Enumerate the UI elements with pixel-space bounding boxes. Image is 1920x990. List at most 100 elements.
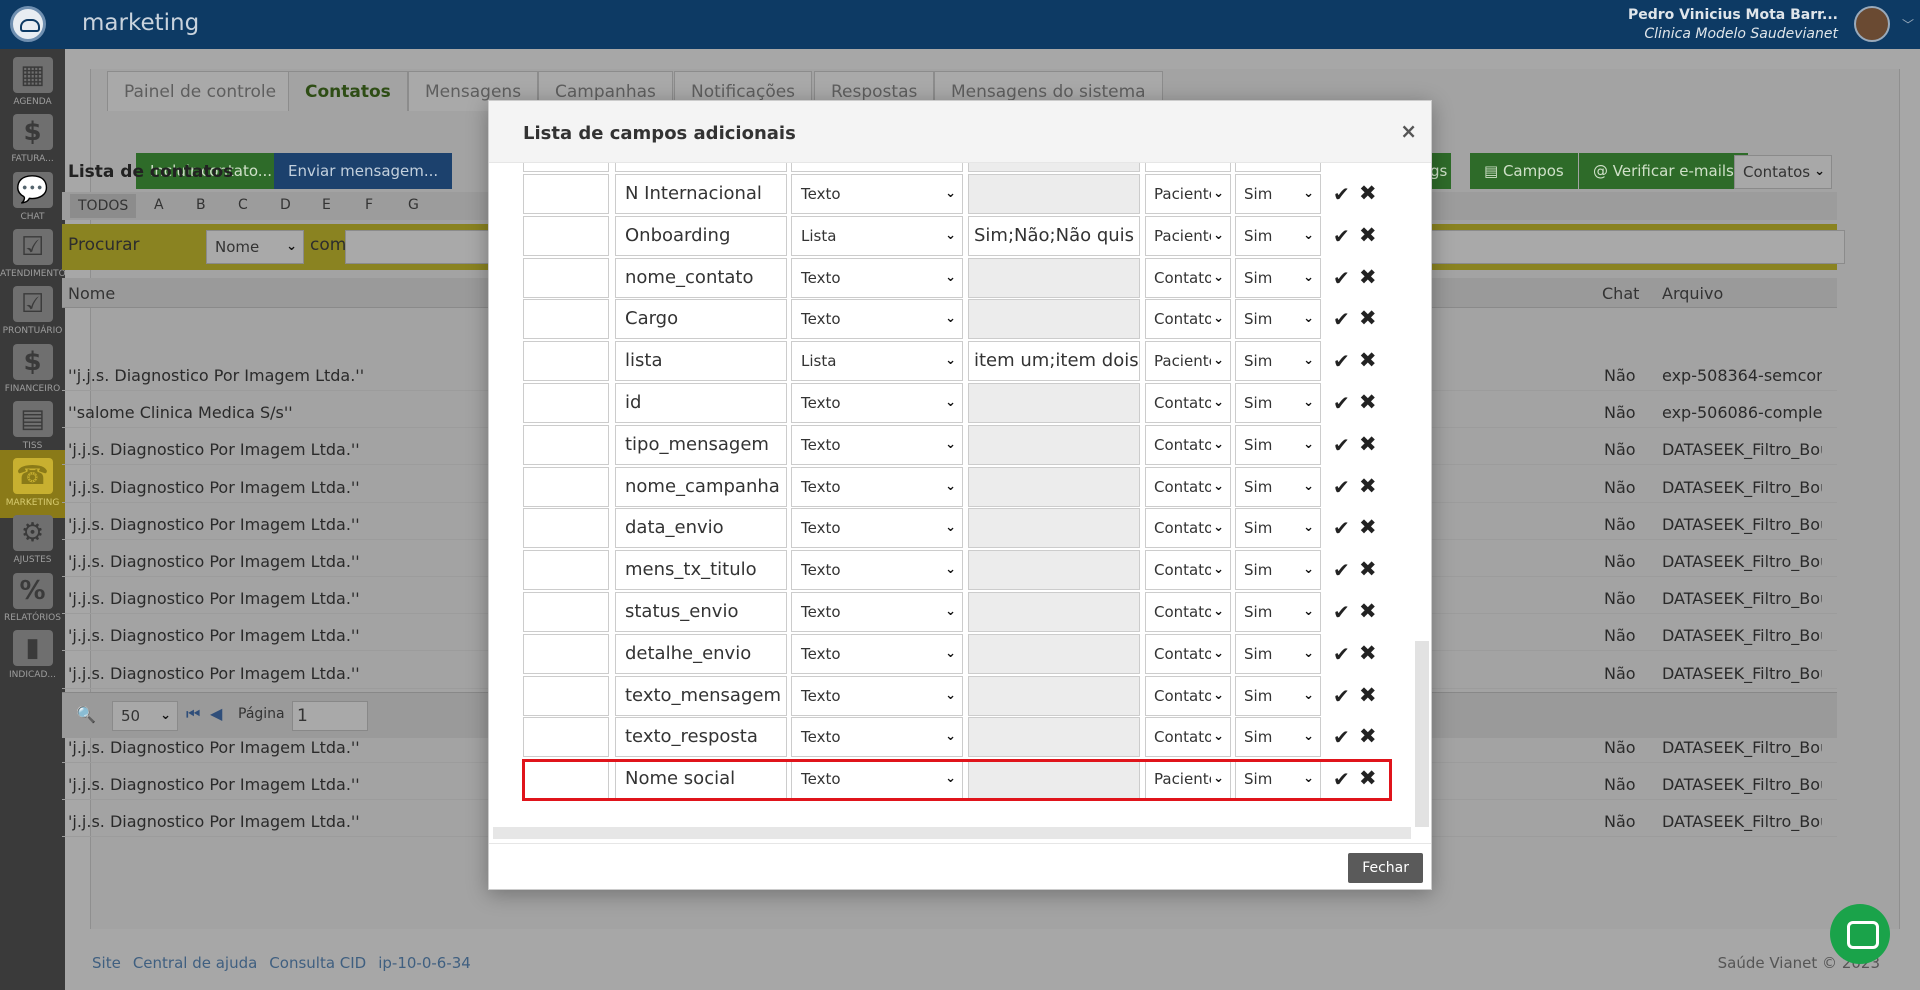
check-icon[interactable]: ✔	[1333, 725, 1350, 749]
field-active-select[interactable]: Sim ⌄	[1235, 257, 1321, 298]
field-order-input[interactable]	[523, 163, 609, 172]
field-active-select[interactable]: Sim ⌄	[1235, 424, 1321, 465]
field-name-input[interactable]: lista	[615, 341, 787, 382]
letter-filter-0[interactable]: TODOS	[70, 194, 137, 218]
field-values-input[interactable]	[968, 508, 1140, 549]
field-name-input[interactable]: tipo_mensagem	[615, 424, 787, 465]
field-entity-select[interactable]: Contato ⌄	[1145, 592, 1231, 632]
field-type-select[interactable]: Texto ⌄	[791, 174, 963, 214]
check-icon[interactable]: ✔	[1333, 516, 1350, 540]
field-name-input[interactable]: Onboarding	[615, 215, 787, 256]
check-icon[interactable]: ✔	[1333, 349, 1350, 373]
field-active-select[interactable]: Sim ⌄	[1235, 383, 1321, 423]
field-entity-select[interactable]: Contato ⌄	[1145, 466, 1231, 507]
check-icon[interactable]: ✔	[1333, 558, 1350, 582]
field-order-input[interactable]	[523, 717, 609, 758]
field-order-input[interactable]	[523, 592, 609, 632]
field-active-select[interactable]: Sim ⌄	[1235, 299, 1321, 340]
field-type-select[interactable]: Texto ⌄	[791, 550, 963, 591]
check-icon[interactable]: ✔	[1333, 642, 1350, 666]
field-active-select[interactable]: Sim ⌄	[1235, 341, 1321, 382]
page-size-select[interactable]: 50 ⌄	[112, 701, 178, 731]
field-active-select[interactable]: Sim ⌄	[1235, 508, 1321, 549]
field-entity-select[interactable]: Contato ⌄	[1145, 424, 1231, 465]
field-type-select[interactable]: Texto ⌄	[791, 257, 963, 298]
field-name-input[interactable]	[615, 163, 787, 172]
check-icon[interactable]: ✔	[1333, 600, 1350, 624]
field-entity-select[interactable]: Paciente ⌄	[1145, 174, 1231, 214]
delete-icon[interactable]: ✖	[1359, 724, 1377, 748]
field-type-select[interactable]: Texto ⌄	[791, 299, 963, 340]
field-values-input[interactable]: item um;item dois; i	[968, 341, 1140, 382]
field-active-select[interactable]: Sim ⌄	[1235, 633, 1321, 674]
delete-icon[interactable]: ✖	[1359, 306, 1377, 330]
close-button[interactable]: Fechar	[1348, 853, 1423, 883]
field-entity-select[interactable]: Contato ⌄	[1145, 383, 1231, 423]
field-entity-select[interactable]: Paciente ⌄	[1145, 341, 1231, 382]
sidebar-item-10[interactable]: ▮ INDICAD...	[0, 622, 65, 690]
field-order-input[interactable]	[523, 383, 609, 423]
field-active-select[interactable]: Sim ⌄	[1235, 174, 1321, 214]
field-name-input[interactable]: texto_resposta	[615, 717, 787, 758]
delete-icon[interactable]: ✖	[1359, 390, 1377, 414]
field-entity-select[interactable]: Contato ⌄	[1145, 508, 1231, 549]
field-type-select[interactable]	[791, 163, 963, 172]
previous-page-icon[interactable]: ◀	[210, 704, 222, 723]
field-name-input[interactable]: texto_mensagem	[615, 675, 787, 716]
letter-filter-7[interactable]: G	[408, 197, 419, 213]
field-type-select[interactable]: Texto ⌄	[791, 383, 963, 423]
delete-icon[interactable]: ✖	[1359, 181, 1377, 205]
check-icon[interactable]: ✔	[1333, 182, 1350, 206]
field-active-select[interactable]: Sim ⌄	[1235, 215, 1321, 256]
field-order-input[interactable]	[523, 550, 609, 591]
page-number-input[interactable]: 1	[292, 701, 368, 731]
avatar[interactable]	[1854, 6, 1890, 42]
chat-widget-icon[interactable]	[1830, 904, 1890, 964]
letter-filter-2[interactable]: B	[196, 197, 206, 213]
delete-icon[interactable]: ✖	[1359, 641, 1377, 665]
field-type-select[interactable]: Texto ⌄	[791, 508, 963, 549]
check-icon[interactable]: ✔	[1333, 266, 1350, 290]
field-active-select[interactable]	[1235, 163, 1321, 172]
field-type-select[interactable]: Texto ⌄	[791, 424, 963, 465]
user-name[interactable]: Pedro Vinicius Mota Barr...	[1628, 7, 1838, 23]
check-icon[interactable]: ✔	[1333, 684, 1350, 708]
delete-icon[interactable]: ✖	[1359, 557, 1377, 581]
field-entity-select[interactable]: Contato ⌄	[1145, 717, 1231, 758]
field-entity-select[interactable]	[1145, 163, 1231, 172]
footer-link-3[interactable]: ip-10-0-6-34	[378, 954, 471, 972]
field-name-input[interactable]: id	[615, 383, 787, 423]
delete-icon[interactable]: ✖	[1359, 515, 1377, 539]
field-values-input[interactable]	[968, 257, 1140, 298]
footer-link-0[interactable]: Site	[92, 954, 121, 972]
field-order-input[interactable]	[523, 257, 609, 298]
field-name-input[interactable]: data_envio	[615, 508, 787, 549]
field-values-input[interactable]: Sim;Não;Não quis	[968, 215, 1140, 256]
field-name-input[interactable]: nome_contato	[615, 257, 787, 298]
delete-icon[interactable]: ✖	[1359, 223, 1377, 247]
search-field-select[interactable]: Nome ⌄	[206, 230, 304, 264]
field-active-select[interactable]: Sim ⌄	[1235, 592, 1321, 632]
check-icon[interactable]: ✔	[1333, 224, 1350, 248]
field-type-select[interactable]: Texto ⌄	[791, 717, 963, 758]
field-order-input[interactable]	[523, 174, 609, 214]
field-values-input[interactable]	[968, 163, 1140, 172]
field-order-input[interactable]	[523, 508, 609, 549]
check-icon[interactable]: ✔	[1333, 391, 1350, 415]
vertical-scrollbar[interactable]	[1415, 641, 1429, 827]
field-values-input[interactable]	[968, 174, 1140, 214]
check-icon[interactable]: ✔	[1333, 307, 1350, 331]
letter-filter-1[interactable]: A	[154, 197, 164, 213]
cloud-logo-icon[interactable]	[10, 6, 46, 42]
letter-filter-3[interactable]: C	[238, 197, 248, 213]
field-name-input[interactable]: N Internacional	[615, 174, 787, 214]
chevron-down-icon[interactable]: ﹀	[1902, 16, 1914, 33]
send-message-button[interactable]: Enviar mensagem...	[274, 153, 453, 189]
first-page-icon[interactable]: ⏮	[186, 704, 200, 724]
verify-emails-button[interactable]: @ Verificar e-mails	[1579, 153, 1748, 189]
delete-icon[interactable]: ✖	[1359, 348, 1377, 372]
footer-link-1[interactable]: Central de ajuda	[133, 954, 257, 972]
letter-filter-6[interactable]: F	[365, 197, 373, 213]
field-order-input[interactable]	[523, 341, 609, 382]
field-values-input[interactable]	[968, 717, 1140, 758]
